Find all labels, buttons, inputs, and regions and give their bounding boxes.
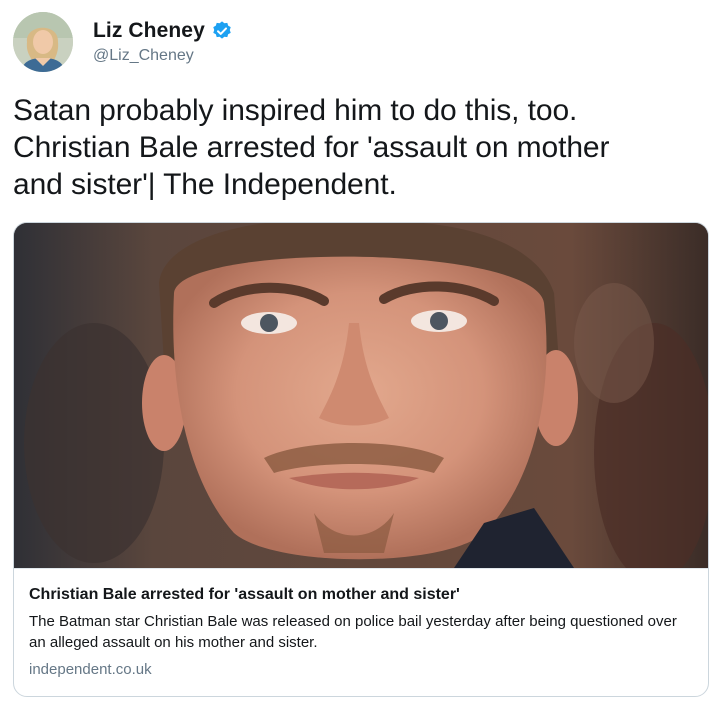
author-names: Liz Cheney @Liz_Cheney — [93, 19, 233, 65]
verified-badge-icon — [211, 20, 233, 42]
tweet: Liz Cheney @Liz_Cheney Satan probably in… — [0, 0, 720, 709]
link-card[interactable]: Christian Bale arrested for 'assault on … — [13, 222, 709, 697]
card-title[interactable]: Christian Bale arrested for 'assault on … — [29, 585, 695, 605]
card-description: The Batman star Christian Bale was relea… — [29, 613, 677, 651]
avatar[interactable] — [13, 12, 73, 72]
handle[interactable]: @Liz_Cheney — [93, 47, 233, 65]
avatar-image — [13, 12, 73, 72]
display-name[interactable]: Liz Cheney — [93, 19, 205, 43]
tweet-text: Satan probably inspired him to do this, … — [13, 94, 610, 201]
tweet-header: Liz Cheney @Liz_Cheney — [13, 12, 233, 72]
name-row: Liz Cheney — [93, 19, 233, 43]
card-image — [14, 223, 708, 568]
card-domain[interactable]: independent.co.uk — [29, 661, 695, 678]
card-body: Christian Bale arrested for 'assault on … — [14, 568, 708, 696]
